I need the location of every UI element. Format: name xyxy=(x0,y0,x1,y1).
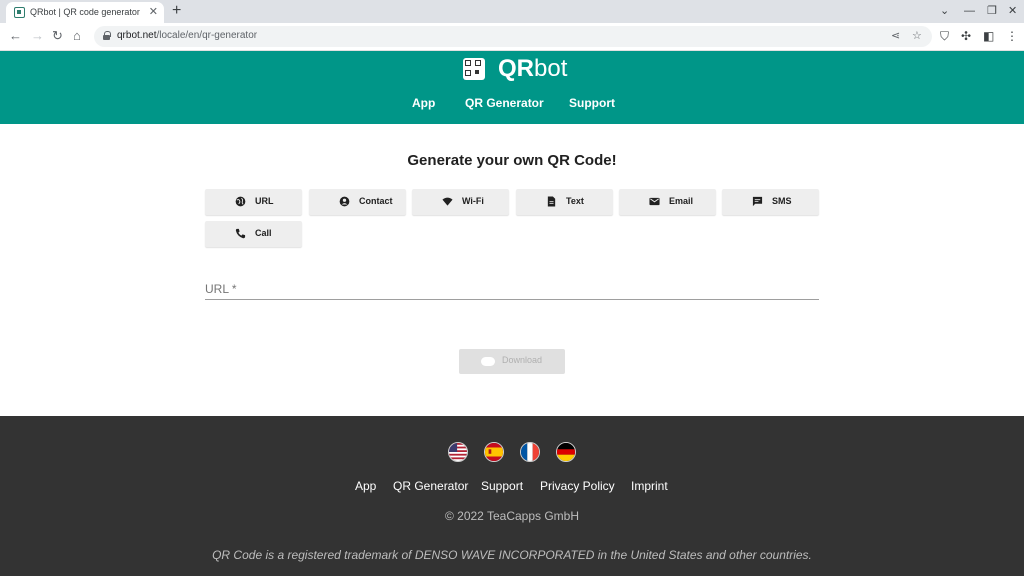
type-url-label: URL xyxy=(255,196,274,206)
footer-link-privacy-policy[interactable]: Privacy Policy xyxy=(540,479,615,493)
home-icon[interactable]: ⌂ xyxy=(73,28,81,44)
new-tab-button[interactable]: + xyxy=(172,2,181,20)
minimize-icon[interactable]: — xyxy=(964,3,975,19)
type-call-label: Call xyxy=(255,228,272,238)
globe-icon xyxy=(235,196,246,207)
url-field-underline xyxy=(205,299,819,300)
url-text[interactable]: qrbot.net/locale/en/qr-generator xyxy=(117,30,257,41)
type-contact-button[interactable]: Contact xyxy=(309,189,406,215)
shield-extension-icon[interactable]: ⛉ xyxy=(940,28,949,44)
us-flag-icon[interactable] xyxy=(448,442,468,462)
type-url-button[interactable]: URL xyxy=(205,189,302,215)
type-text-button[interactable]: Text xyxy=(516,189,613,215)
footer-link-support[interactable]: Support xyxy=(481,479,523,493)
tab-title: QRbot | QR code generator xyxy=(30,7,140,17)
tab-search-icon[interactable]: ⌄ xyxy=(940,3,949,19)
copyright-text: © 2022 TeaCapps GmbH xyxy=(444,509,580,523)
window-close-icon[interactable]: ✕ xyxy=(1008,3,1017,19)
menu-kebab-icon[interactable]: ⋮ xyxy=(1006,28,1018,44)
url-input[interactable] xyxy=(205,280,819,299)
tab-close-icon[interactable]: ✕ xyxy=(149,5,158,19)
extensions-puzzle-icon[interactable]: ✣ xyxy=(961,28,971,44)
site-header: QRbot App QR Generator Support xyxy=(0,51,1024,124)
germany-flag-icon[interactable] xyxy=(556,442,576,462)
france-flag-icon[interactable] xyxy=(520,442,540,462)
download-button[interactable]: Download xyxy=(459,349,565,374)
nav-app[interactable]: App xyxy=(412,96,435,110)
person-icon xyxy=(339,196,350,207)
type-email-label: Email xyxy=(669,196,694,206)
share-icon[interactable]: ⋖ xyxy=(891,29,900,43)
type-contact-label: Contact xyxy=(359,196,393,206)
site-footer: App QR Generator Support Privacy Policy … xyxy=(0,416,1024,576)
type-wifi-label: Wi-Fi xyxy=(462,196,484,206)
qrbot-favicon-icon xyxy=(14,7,25,18)
trademark-notice: QR Code is a registered trademark of DEN… xyxy=(212,548,812,562)
site-logo[interactable]: QRbot xyxy=(498,55,567,83)
restore-icon[interactable]: ❐ xyxy=(987,3,997,19)
type-email-button[interactable]: Email xyxy=(619,189,716,215)
phone-icon xyxy=(235,228,246,239)
type-text-label: Text xyxy=(566,196,584,206)
qr-logo-icon[interactable] xyxy=(463,58,485,80)
type-call-button[interactable]: Call xyxy=(205,221,302,247)
browser-toolbar: ← → ↻ ⌂ qrbot.net/locale/en/qr-generator… xyxy=(0,23,1024,51)
cloud-download-icon xyxy=(481,357,495,366)
footer-link-app[interactable]: App xyxy=(355,479,376,493)
wifi-icon xyxy=(442,197,453,206)
forward-icon[interactable]: → xyxy=(31,28,44,44)
footer-link-qr-generator[interactable]: QR Generator xyxy=(393,479,468,493)
type-wifi-button[interactable]: Wi-Fi xyxy=(412,189,509,215)
type-sms-button[interactable]: SMS xyxy=(722,189,819,215)
spain-flag-icon[interactable] xyxy=(484,442,504,462)
nav-support[interactable]: Support xyxy=(569,96,615,110)
envelope-icon xyxy=(649,197,660,206)
type-sms-label: SMS xyxy=(772,196,792,206)
browser-tab-strip: QRbot | QR code generator ✕ + ⌄ — ❐ ✕ xyxy=(0,0,1024,23)
page-title: Generate your own QR Code! xyxy=(407,152,617,169)
document-icon xyxy=(547,196,556,207)
side-panel-icon[interactable]: ◧ xyxy=(983,28,994,44)
chat-icon xyxy=(752,196,763,207)
bookmark-star-icon[interactable]: ☆ xyxy=(912,29,922,43)
nav-qr-generator[interactable]: QR Generator xyxy=(465,96,544,110)
lock-icon xyxy=(103,31,111,40)
address-bar[interactable]: qrbot.net/locale/en/qr-generator ⋖ ☆ xyxy=(94,26,932,47)
back-icon[interactable]: ← xyxy=(9,28,22,44)
footer-link-imprint[interactable]: Imprint xyxy=(631,479,668,493)
browser-tab[interactable]: QRbot | QR code generator ✕ xyxy=(6,2,164,23)
reload-icon[interactable]: ↻ xyxy=(52,28,63,44)
download-label: Download xyxy=(502,355,543,365)
